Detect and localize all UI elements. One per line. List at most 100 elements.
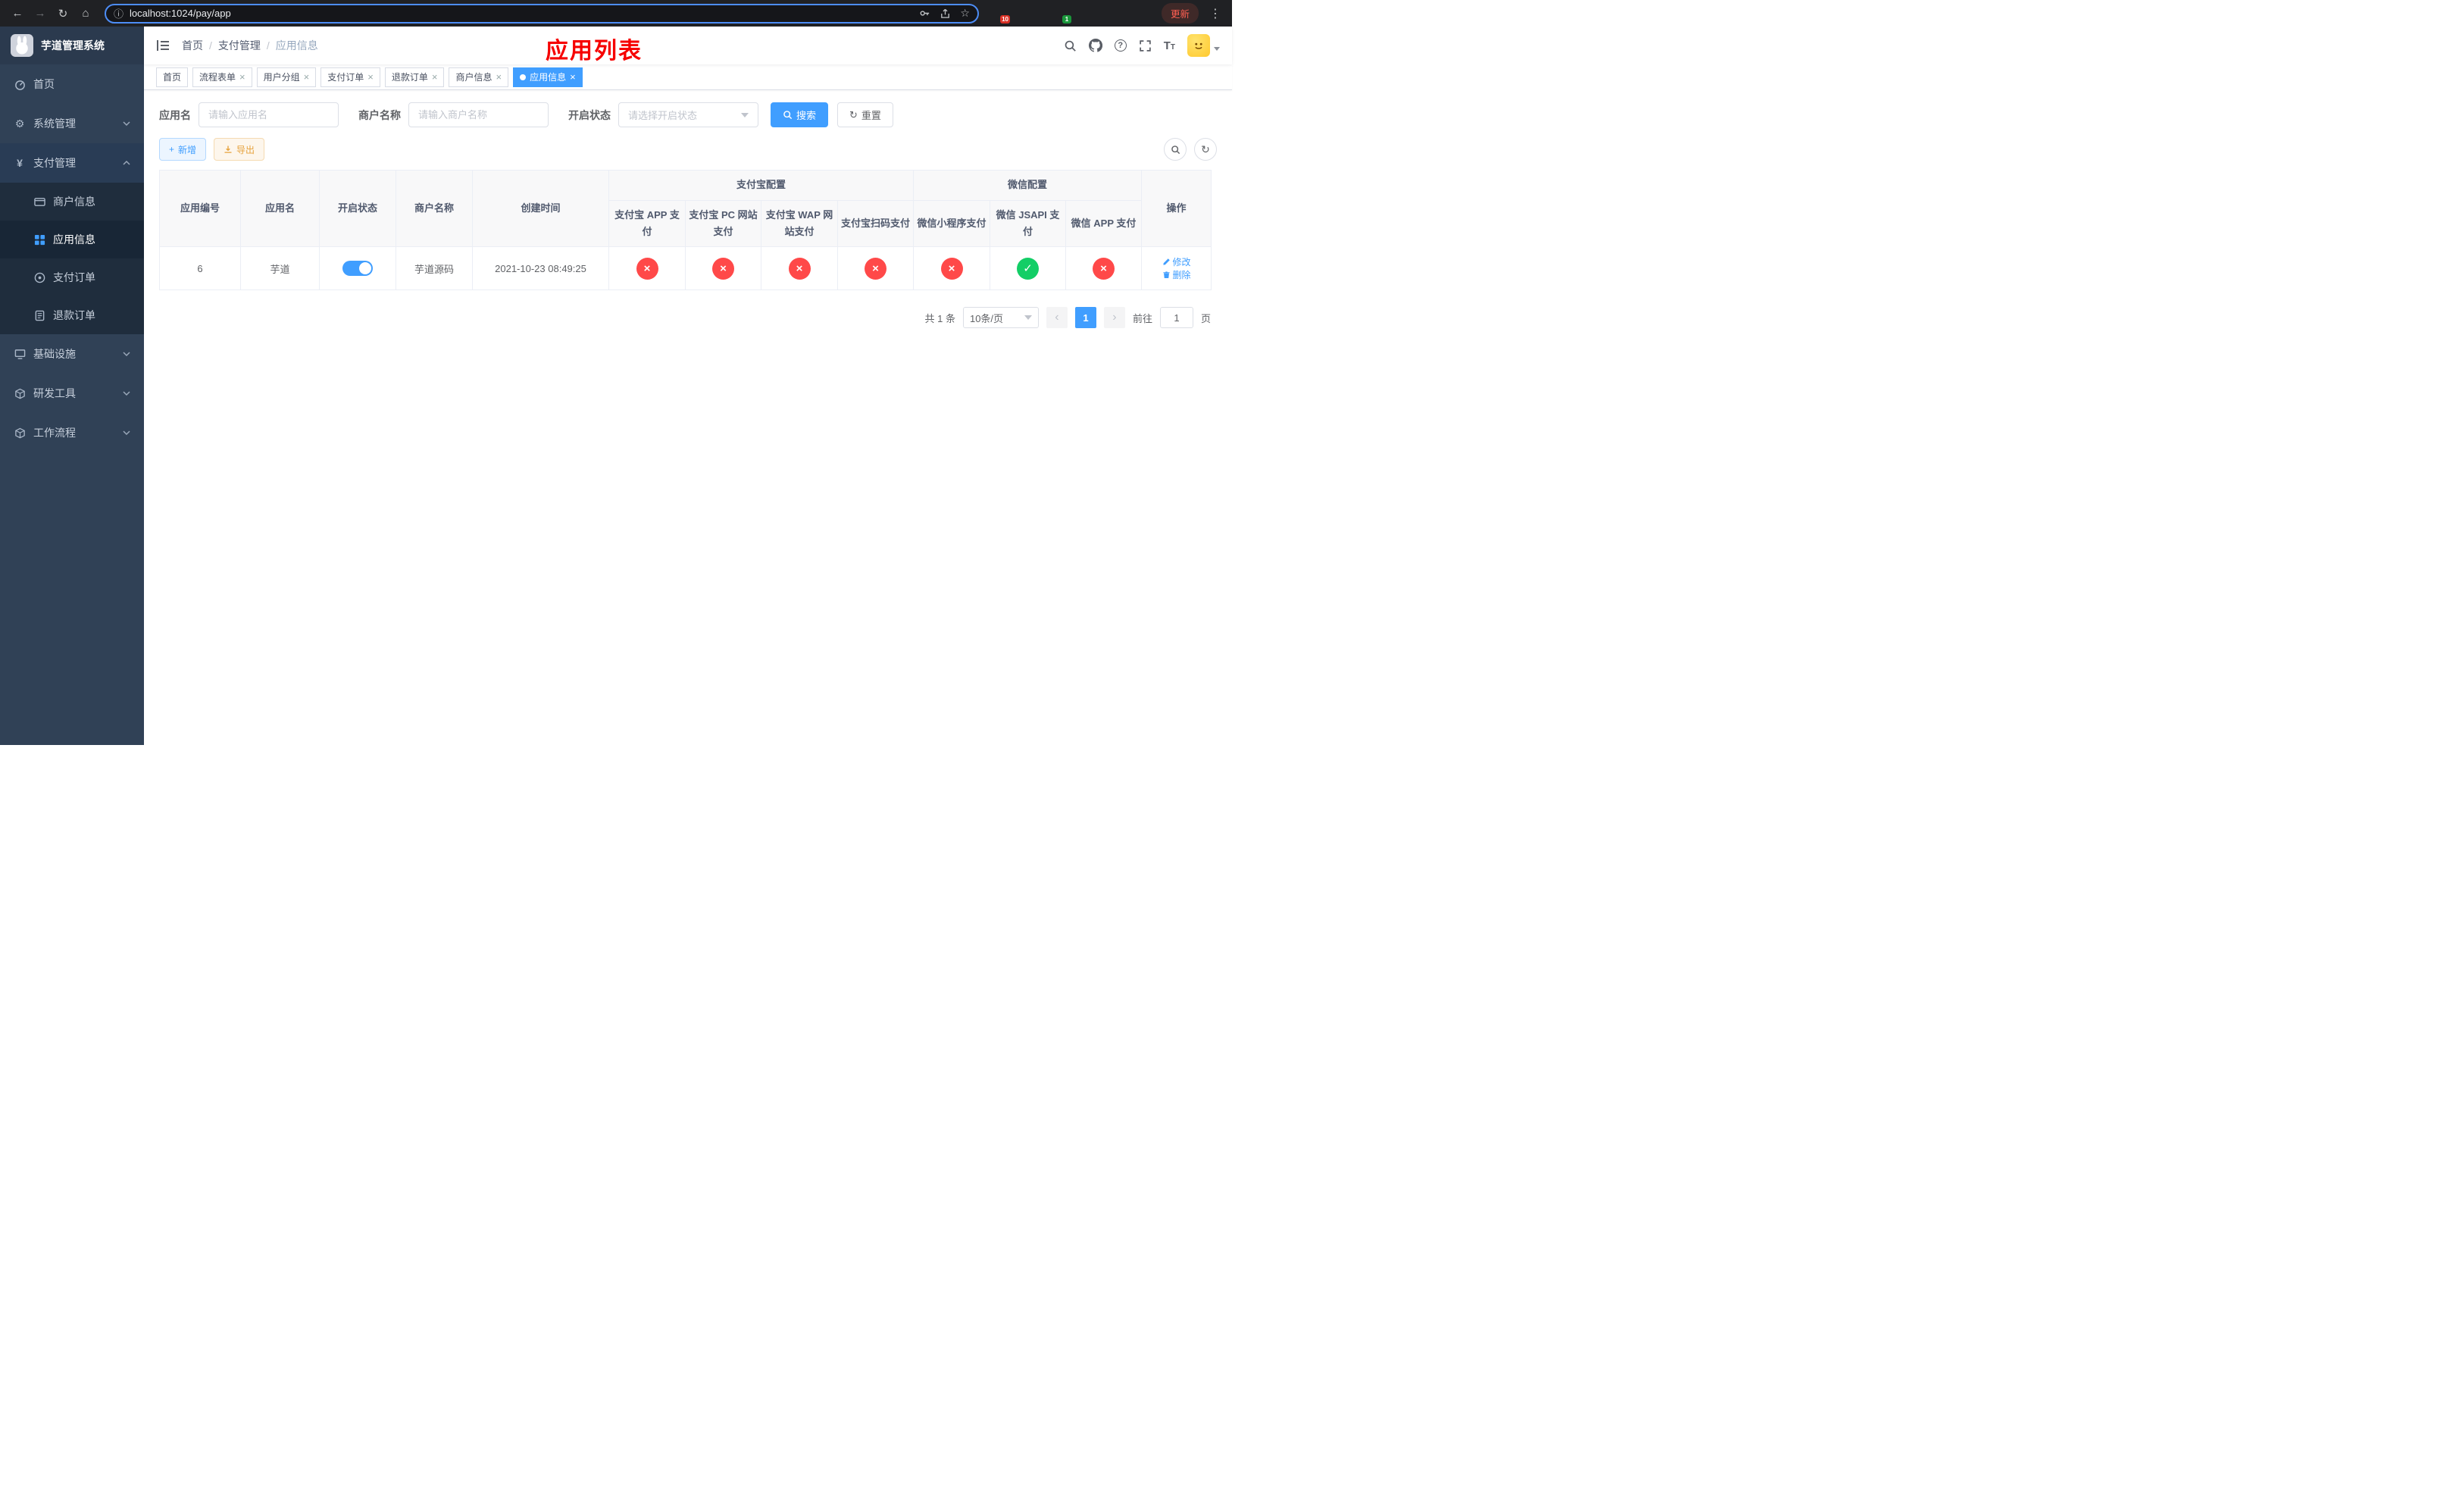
app-name-label: 应用名 xyxy=(159,108,191,121)
add-button[interactable]: + 新增 xyxy=(159,138,207,161)
sidebar-item-system[interactable]: ⚙ 系统管理 xyxy=(0,104,144,143)
tab-merchant-info[interactable]: 商户信息 × xyxy=(449,67,509,87)
extension-badge: 1 xyxy=(1062,14,1071,23)
sidebar-item-app-info[interactable]: 应用信息 xyxy=(0,221,144,258)
edit-button[interactable]: 修改 xyxy=(1162,255,1191,268)
merchant-name-input[interactable] xyxy=(408,102,549,127)
goto-page-input[interactable] xyxy=(1159,307,1193,329)
share-icon[interactable] xyxy=(940,8,951,19)
merchant-card-icon xyxy=(33,196,45,208)
tab-label: 支付订单 xyxy=(327,72,364,83)
col-alipay-pc: 支付宝 PC 网站支付 xyxy=(685,199,761,248)
breadcrumb-home[interactable]: 首页 xyxy=(182,38,203,53)
sidebar-item-pay-order[interactable]: 支付订单 xyxy=(0,258,144,296)
tab-pay-order[interactable]: 支付订单 × xyxy=(321,67,380,87)
font-size-icon[interactable]: TT xyxy=(1164,39,1175,52)
sidebar-item-workflow[interactable]: 工作流程 xyxy=(0,413,144,452)
delete-button[interactable]: 删除 xyxy=(1162,268,1191,281)
extension-icon-5[interactable] xyxy=(1074,7,1088,20)
tab-home[interactable]: 首页 xyxy=(156,67,189,87)
extension-icon-7[interactable] xyxy=(1115,7,1129,20)
reset-button[interactable]: ↻ 重置 xyxy=(837,102,893,127)
next-page-button[interactable]: › xyxy=(1103,307,1125,329)
extension-badge: 10 xyxy=(1000,14,1010,23)
col-status: 开启状态 xyxy=(319,169,396,248)
home-button[interactable]: ⌂ xyxy=(76,4,95,23)
extension-icon-3[interactable] xyxy=(1033,7,1047,20)
tab-process-form[interactable]: 流程表单 × xyxy=(192,67,252,87)
tab-user-group[interactable]: 用户分组 × xyxy=(256,67,317,87)
cell-alipay-pc: × xyxy=(685,246,761,291)
extension-icon-4[interactable]: 1 xyxy=(1054,7,1071,23)
fullscreen-icon[interactable] xyxy=(1139,39,1152,52)
sidebar-item-dev-tools[interactable]: 研发工具 xyxy=(0,374,144,413)
extension-icon-8[interactable] xyxy=(1136,7,1149,20)
logo-avatar xyxy=(11,34,33,57)
cell-actions: 修改 删除 xyxy=(1141,246,1212,291)
cross-icon: × xyxy=(636,257,658,280)
avatar[interactable] xyxy=(1187,34,1210,57)
extension-icon-6[interactable] xyxy=(1095,7,1108,20)
site-info-icon[interactable]: ⓘ xyxy=(114,6,124,20)
cross-icon: × xyxy=(940,257,963,280)
refresh-icon: ↻ xyxy=(849,108,858,121)
user-menu[interactable] xyxy=(1187,34,1220,57)
password-key-icon[interactable] xyxy=(919,8,930,19)
app-name-input[interactable] xyxy=(199,102,339,127)
tab-app-info-active[interactable]: 应用信息 × xyxy=(513,67,583,87)
reload-button[interactable]: ↻ xyxy=(53,4,73,23)
prev-page-button[interactable]: ‹ xyxy=(1046,307,1068,329)
close-tab-icon[interactable]: × xyxy=(432,72,438,82)
chevron-down-icon xyxy=(123,429,130,437)
page-size-select[interactable]: 10条/页 xyxy=(962,307,1039,329)
chrome-update-button[interactable]: 更新 xyxy=(1161,3,1199,23)
page-size-value: 10条/页 xyxy=(969,312,1004,324)
cell-app-name: 芋道 xyxy=(240,246,320,291)
sidebar-item-refund-order[interactable]: 退款订单 xyxy=(0,296,144,334)
tab-label: 应用信息 xyxy=(530,72,567,83)
close-tab-icon[interactable]: × xyxy=(304,72,310,82)
app-grid-icon xyxy=(33,233,45,246)
browser-menu-icon[interactable]: ⋮ xyxy=(1206,6,1224,21)
col-app-id: 应用编号 xyxy=(159,169,241,248)
tab-refund-order[interactable]: 退款订单 × xyxy=(384,67,445,87)
back-button[interactable]: ← xyxy=(8,4,27,23)
bookmark-star-icon[interactable]: ☆ xyxy=(960,7,970,20)
close-tab-icon[interactable]: × xyxy=(570,72,576,82)
status-toggle[interactable] xyxy=(342,261,373,277)
forward-button[interactable]: → xyxy=(30,4,50,23)
address-bar[interactable]: ⓘ localhost:1024/pay/app ☆ xyxy=(105,3,979,23)
close-tab-icon[interactable]: × xyxy=(239,72,245,82)
sidebar-item-merchant-info[interactable]: 商户信息 xyxy=(0,183,144,221)
help-icon[interactable]: ? xyxy=(1114,39,1127,52)
github-icon[interactable] xyxy=(1088,39,1102,52)
sidebar-item-payment[interactable]: ¥ 支付管理 xyxy=(0,143,144,183)
sidebar-item-infrastructure[interactable]: 基础设施 xyxy=(0,334,144,374)
close-tab-icon[interactable]: × xyxy=(496,72,502,82)
sidebar-item-label: 退款订单 xyxy=(53,309,95,321)
export-button[interactable]: 导出 xyxy=(214,138,265,161)
chevron-down-icon xyxy=(123,350,130,358)
cell-created: 2021-10-23 08:49:25 xyxy=(472,246,609,291)
status-select[interactable]: 请选择开启状态 xyxy=(618,102,758,127)
search-button-label: 搜索 xyxy=(796,110,817,121)
page-number-1[interactable]: 1 xyxy=(1074,307,1096,329)
cell-alipay-wap: × xyxy=(761,246,838,291)
merchant-name-label: 商户名称 xyxy=(358,108,401,121)
sidebar-collapse-icon[interactable] xyxy=(156,39,170,52)
cross-icon: × xyxy=(788,257,811,280)
extension-icon-2[interactable] xyxy=(1013,7,1027,20)
search-button[interactable]: 搜索 xyxy=(771,102,829,127)
col-created: 创建时间 xyxy=(472,169,609,248)
sidebar-item-home[interactable]: 首页 xyxy=(0,64,144,104)
breadcrumb-payment[interactable]: 支付管理 xyxy=(218,38,261,53)
tab-label: 首页 xyxy=(163,72,182,83)
payment-submenu: 商户信息 应用信息 支付订单 退款订单 xyxy=(0,183,144,334)
search-icon[interactable] xyxy=(1064,39,1077,52)
refresh-table-button[interactable]: ↻ xyxy=(1194,138,1217,161)
col-actions: 操作 xyxy=(1141,169,1212,248)
pagination: 共 1 条 10条/页 ‹ 1 › 前往 页 xyxy=(159,290,1211,345)
close-tab-icon[interactable]: × xyxy=(367,72,374,82)
toggle-search-button[interactable] xyxy=(1164,138,1187,161)
extension-icon-1[interactable]: 10 xyxy=(993,7,1010,23)
